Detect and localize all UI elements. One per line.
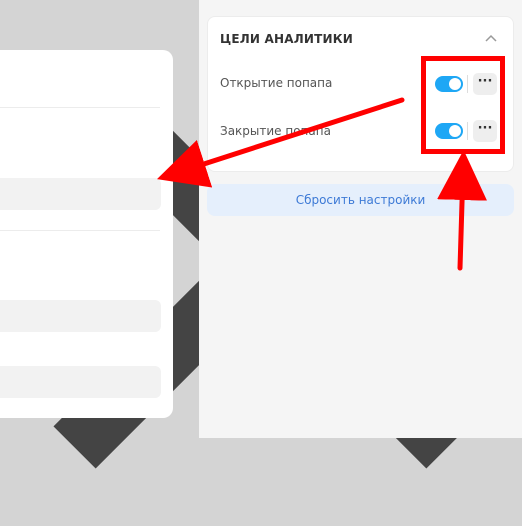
annotation-arrows [156,97,488,271]
annotation-arrow-left [156,97,405,188]
annotation-arrow-up [437,150,488,271]
